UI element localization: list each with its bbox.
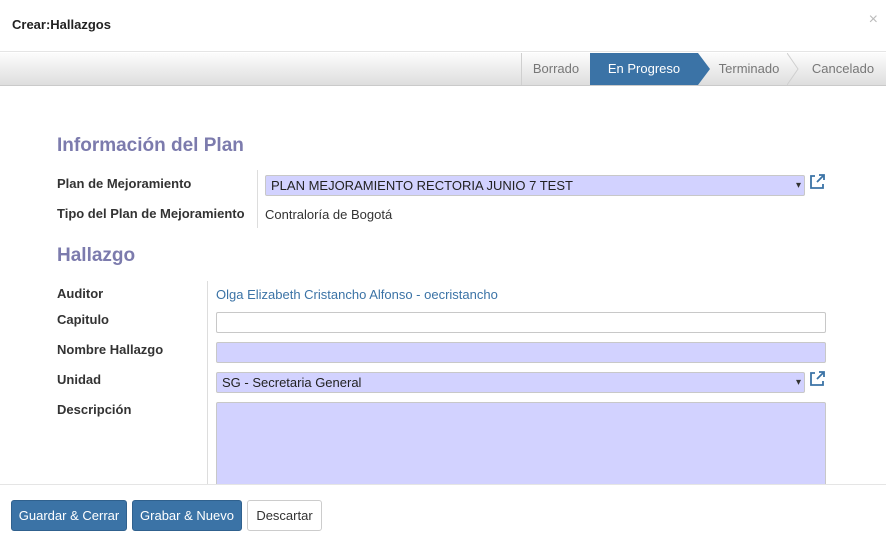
modal-header: Crear:Hallazgos × (0, 0, 886, 52)
capitulo-label: Capitulo (57, 312, 109, 327)
close-icon[interactable]: × (869, 12, 878, 28)
capitulo-input[interactable] (216, 312, 826, 333)
save-close-button[interactable]: Guardar & Cerrar (11, 500, 127, 531)
tipo-value: Contraloría de Bogotá (265, 207, 393, 222)
auditor-link[interactable]: Olga Elizabeth Cristancho Alfonso - oecr… (216, 287, 498, 302)
nombre-hallazgo-input[interactable] (216, 342, 826, 363)
hallazgo-section-heading: Hallazgo (57, 245, 136, 266)
descripcion-textarea[interactable] (216, 402, 826, 484)
plan-label: Plan de Mejoramiento (57, 176, 192, 191)
chevron-down-icon: ▾ (795, 180, 801, 191)
external-link-icon[interactable] (808, 370, 826, 388)
discard-button[interactable]: Descartar (247, 500, 322, 531)
stage-terminado[interactable]: Terminado (708, 53, 790, 85)
modal-title: Crear:Hallazgos (12, 17, 111, 32)
unidad-select-value: SG - Secretaria General (222, 375, 362, 390)
form-body: Información del Plan Plan de Mejoramient… (0, 86, 886, 484)
external-link-icon[interactable] (808, 173, 826, 191)
auditor-label: Auditor (57, 286, 104, 301)
plan-select-value: PLAN MEJORAMIENTO RECTORIA JUNIO 7 TEST (271, 178, 573, 193)
hallazgo-divider (207, 281, 208, 484)
stage-borrado[interactable]: Borrado (522, 53, 590, 85)
unidad-select[interactable]: SG - Secretaria General ▾ (216, 372, 805, 393)
unidad-label: Unidad (57, 372, 102, 387)
stage-cancelado[interactable]: Cancelado (800, 53, 886, 85)
plan-section-heading: Información del Plan (57, 135, 244, 156)
stage-en-progreso-label: En Progreso (607, 61, 681, 76)
modal-footer: Guardar & Cerrar Grabar & Nuevo Descarta… (0, 484, 886, 537)
tipo-label: Tipo del Plan de Mejoramiento (57, 206, 245, 221)
chevron-down-icon: ▾ (795, 377, 801, 388)
plan-divider (257, 170, 258, 228)
status-bar: Borrado En Progreso Terminado Cancelado (0, 53, 886, 86)
save-new-button[interactable]: Grabar & Nuevo (132, 500, 242, 531)
modal-dialog: Crear:Hallazgos × Borrado En Progreso Te… (0, 0, 886, 537)
descripcion-label: Descripción (57, 402, 132, 417)
plan-select[interactable]: PLAN MEJORAMIENTO RECTORIA JUNIO 7 TEST … (265, 175, 805, 196)
stage-arrow (698, 53, 710, 85)
stage-en-progreso[interactable]: En Progreso (590, 53, 710, 85)
stage-separator-icon (787, 53, 799, 85)
nombre-hallazgo-label: Nombre Hallazgo (57, 342, 164, 357)
